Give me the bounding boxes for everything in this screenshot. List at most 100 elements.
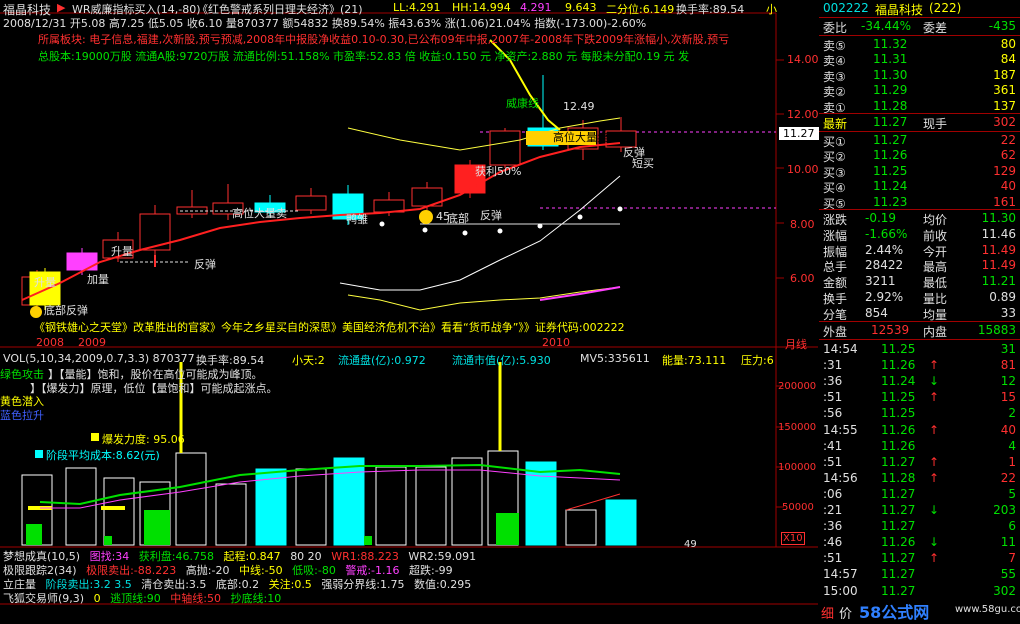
jialiang-label: 加量 <box>87 273 109 286</box>
ind4-a: 0 <box>93 592 101 605</box>
baofa-legend-icon <box>91 433 99 441</box>
tick-time: 15:00 <box>823 583 858 598</box>
tab-price[interactable]: 价 <box>839 603 852 622</box>
current-price-tag: 11.27 <box>779 127 819 140</box>
kline-chart[interactable] <box>0 0 818 621</box>
volume-bar <box>175 452 207 546</box>
stock-code: 002222 <box>823 1 869 15</box>
stat-value: -0.19 <box>865 211 897 225</box>
tick-volume: 15 <box>1000 390 1016 405</box>
marker-dot <box>537 223 543 229</box>
marker-dot <box>379 221 385 227</box>
tick-time: :41 <box>823 438 843 453</box>
buy-volume: 161 <box>993 194 1016 209</box>
ticker-scroll: 《钢铁雄心之天堂》改革胜出的官家》今年之乡星买自的深思》美国经济危机不治》看看“… <box>34 321 625 334</box>
vol-mv5: MV5:335611 <box>580 352 650 365</box>
tick-price: 11.25 <box>881 342 916 356</box>
stat-row: 分笔 854 均量 33 <box>819 305 1020 322</box>
volume-inner-bar <box>364 536 372 545</box>
tick-volume: 7 <box>1008 551 1016 566</box>
tick-time: :31 <box>823 358 843 373</box>
vol-liutongpan: 流通盘(亿):0.972 <box>338 354 426 367</box>
huanshou-value: 换手率:89.54 <box>676 3 745 16</box>
volume-bar <box>103 477 135 546</box>
latest-row: 最新 11.27 现手 302 <box>819 114 1020 131</box>
tick-price: 11.27 <box>881 551 916 566</box>
huoli-label: 获利50% <box>475 165 522 178</box>
candle-body <box>489 130 521 166</box>
weikang-line-label: 威康线 <box>506 97 539 110</box>
buy-volume: 40 <box>1000 179 1016 194</box>
fantan-label-3: 反弹 <box>194 258 216 271</box>
candle-body <box>66 252 98 271</box>
tick-time: :51 <box>823 454 843 469</box>
gaowei-label-2: 高位大量卖 <box>232 207 287 220</box>
ind4-c: 中轴线:50 <box>170 592 221 605</box>
quote-panel: 002222 福晶科技 (222) 委比 -34.44% 委差 -435 卖⑤ 1… <box>819 0 1020 622</box>
tick-price: 11.27 <box>881 583 916 598</box>
volume-bar <box>295 468 327 546</box>
tick-price: 11.27 <box>881 519 916 534</box>
ind3-f: 数值:0.295 <box>414 578 472 591</box>
waipan-value: 12539 <box>871 323 910 337</box>
vol-tick: 150000 <box>778 422 817 433</box>
indicator-row-4[interactable]: 飞狐交易师(9,3) 0 逃顶线:90 中轴线:50 抄底线:10 <box>3 590 281 606</box>
tick-arrow: ↑ <box>929 551 940 566</box>
watermark-logo: 58公式网 <box>859 603 930 622</box>
stock-name: 福晶科技 <box>875 3 924 17</box>
vol-header: VOL(5,10,34,2009,0.7,3.3) 870377 <box>3 352 195 365</box>
tick-price: 11.25 <box>881 390 916 405</box>
buy-price: 11.24 <box>873 179 908 194</box>
tick-price: 11.26 <box>881 438 916 453</box>
tick-arrow: ↓ <box>929 503 940 517</box>
tick-price: 11.28 <box>881 470 916 485</box>
tick-price: 11.25 <box>881 406 916 421</box>
volume-bar <box>415 466 447 546</box>
sell-volume: 80 <box>1000 37 1016 51</box>
tick-time: :21 <box>823 503 843 517</box>
tick-volume: 6 <box>1008 519 1016 534</box>
weicha-label: 委差 <box>923 21 948 35</box>
buy-price: 11.27 <box>873 133 908 147</box>
volume-bar <box>65 467 97 546</box>
tick-arrow: ↓ <box>929 374 940 389</box>
price-tick: 14.00 <box>787 53 819 66</box>
tick-time: 14:57 <box>823 567 858 582</box>
tick-volume: 81 <box>1000 358 1016 373</box>
tick-row: :51 11.27 ↑ 1 <box>819 454 1020 471</box>
year-2010: 2010 <box>542 336 570 349</box>
stat-value: 2.92% <box>865 290 904 304</box>
tick-price: 11.24 <box>881 374 916 389</box>
latest-label: 最新 <box>823 117 848 131</box>
tick-volume: 4 <box>1008 438 1016 453</box>
vol-baofa: 爆发力度: 95.06 <box>102 433 185 446</box>
tick-volume: 55 <box>1000 567 1016 582</box>
tick-time: :46 <box>823 535 843 550</box>
cost-legend-icon <box>35 450 43 458</box>
duanmai-label: 短买 <box>632 157 654 170</box>
neipan-label: 内盘 <box>923 325 948 339</box>
tab-monthly[interactable]: 月线 <box>785 336 807 352</box>
volume-inner-bar <box>496 513 519 545</box>
vol-line2: 】【爆发力】原理，低位【量饱和】可能成起涨点。 <box>30 382 278 395</box>
tick-arrow: ↑ <box>929 422 940 437</box>
panel-title-row: 002222 福晶科技 (222) <box>819 0 1020 17</box>
tab-detail[interactable]: 细 <box>821 603 834 622</box>
latest-value: 11.27 <box>873 115 908 129</box>
smiley-icon <box>419 210 433 224</box>
tick-row: 14:54 11.25 31 <box>819 341 1020 358</box>
gaowei-label: 高位大量卖 <box>553 131 608 144</box>
ma-red-line <box>21 142 621 301</box>
stat-row: 总手 28422 最高 11.49 <box>819 257 1020 274</box>
vol-jieduan: 阶段平均成本:8.62(元) <box>46 449 160 462</box>
stat-value: 2.44% <box>865 242 904 257</box>
vol-nengliang: 能量:73.111 <box>662 354 727 367</box>
tick-row: 14:55 11.26 ↑ 40 <box>819 422 1020 439</box>
xianshou-value: 302 <box>993 115 1016 129</box>
vol-tick: 200000 <box>778 381 817 392</box>
chart-area[interactable]: 福晶科技 ▶ WR威廉指标买入(14,-80) 《红色警戒系列日理夫经济》(21… <box>0 0 819 621</box>
volume-bar <box>565 509 597 546</box>
tick-time: :06 <box>823 486 843 501</box>
tick-price: 11.27 <box>881 454 916 469</box>
sell-price: 11.30 <box>873 67 908 82</box>
